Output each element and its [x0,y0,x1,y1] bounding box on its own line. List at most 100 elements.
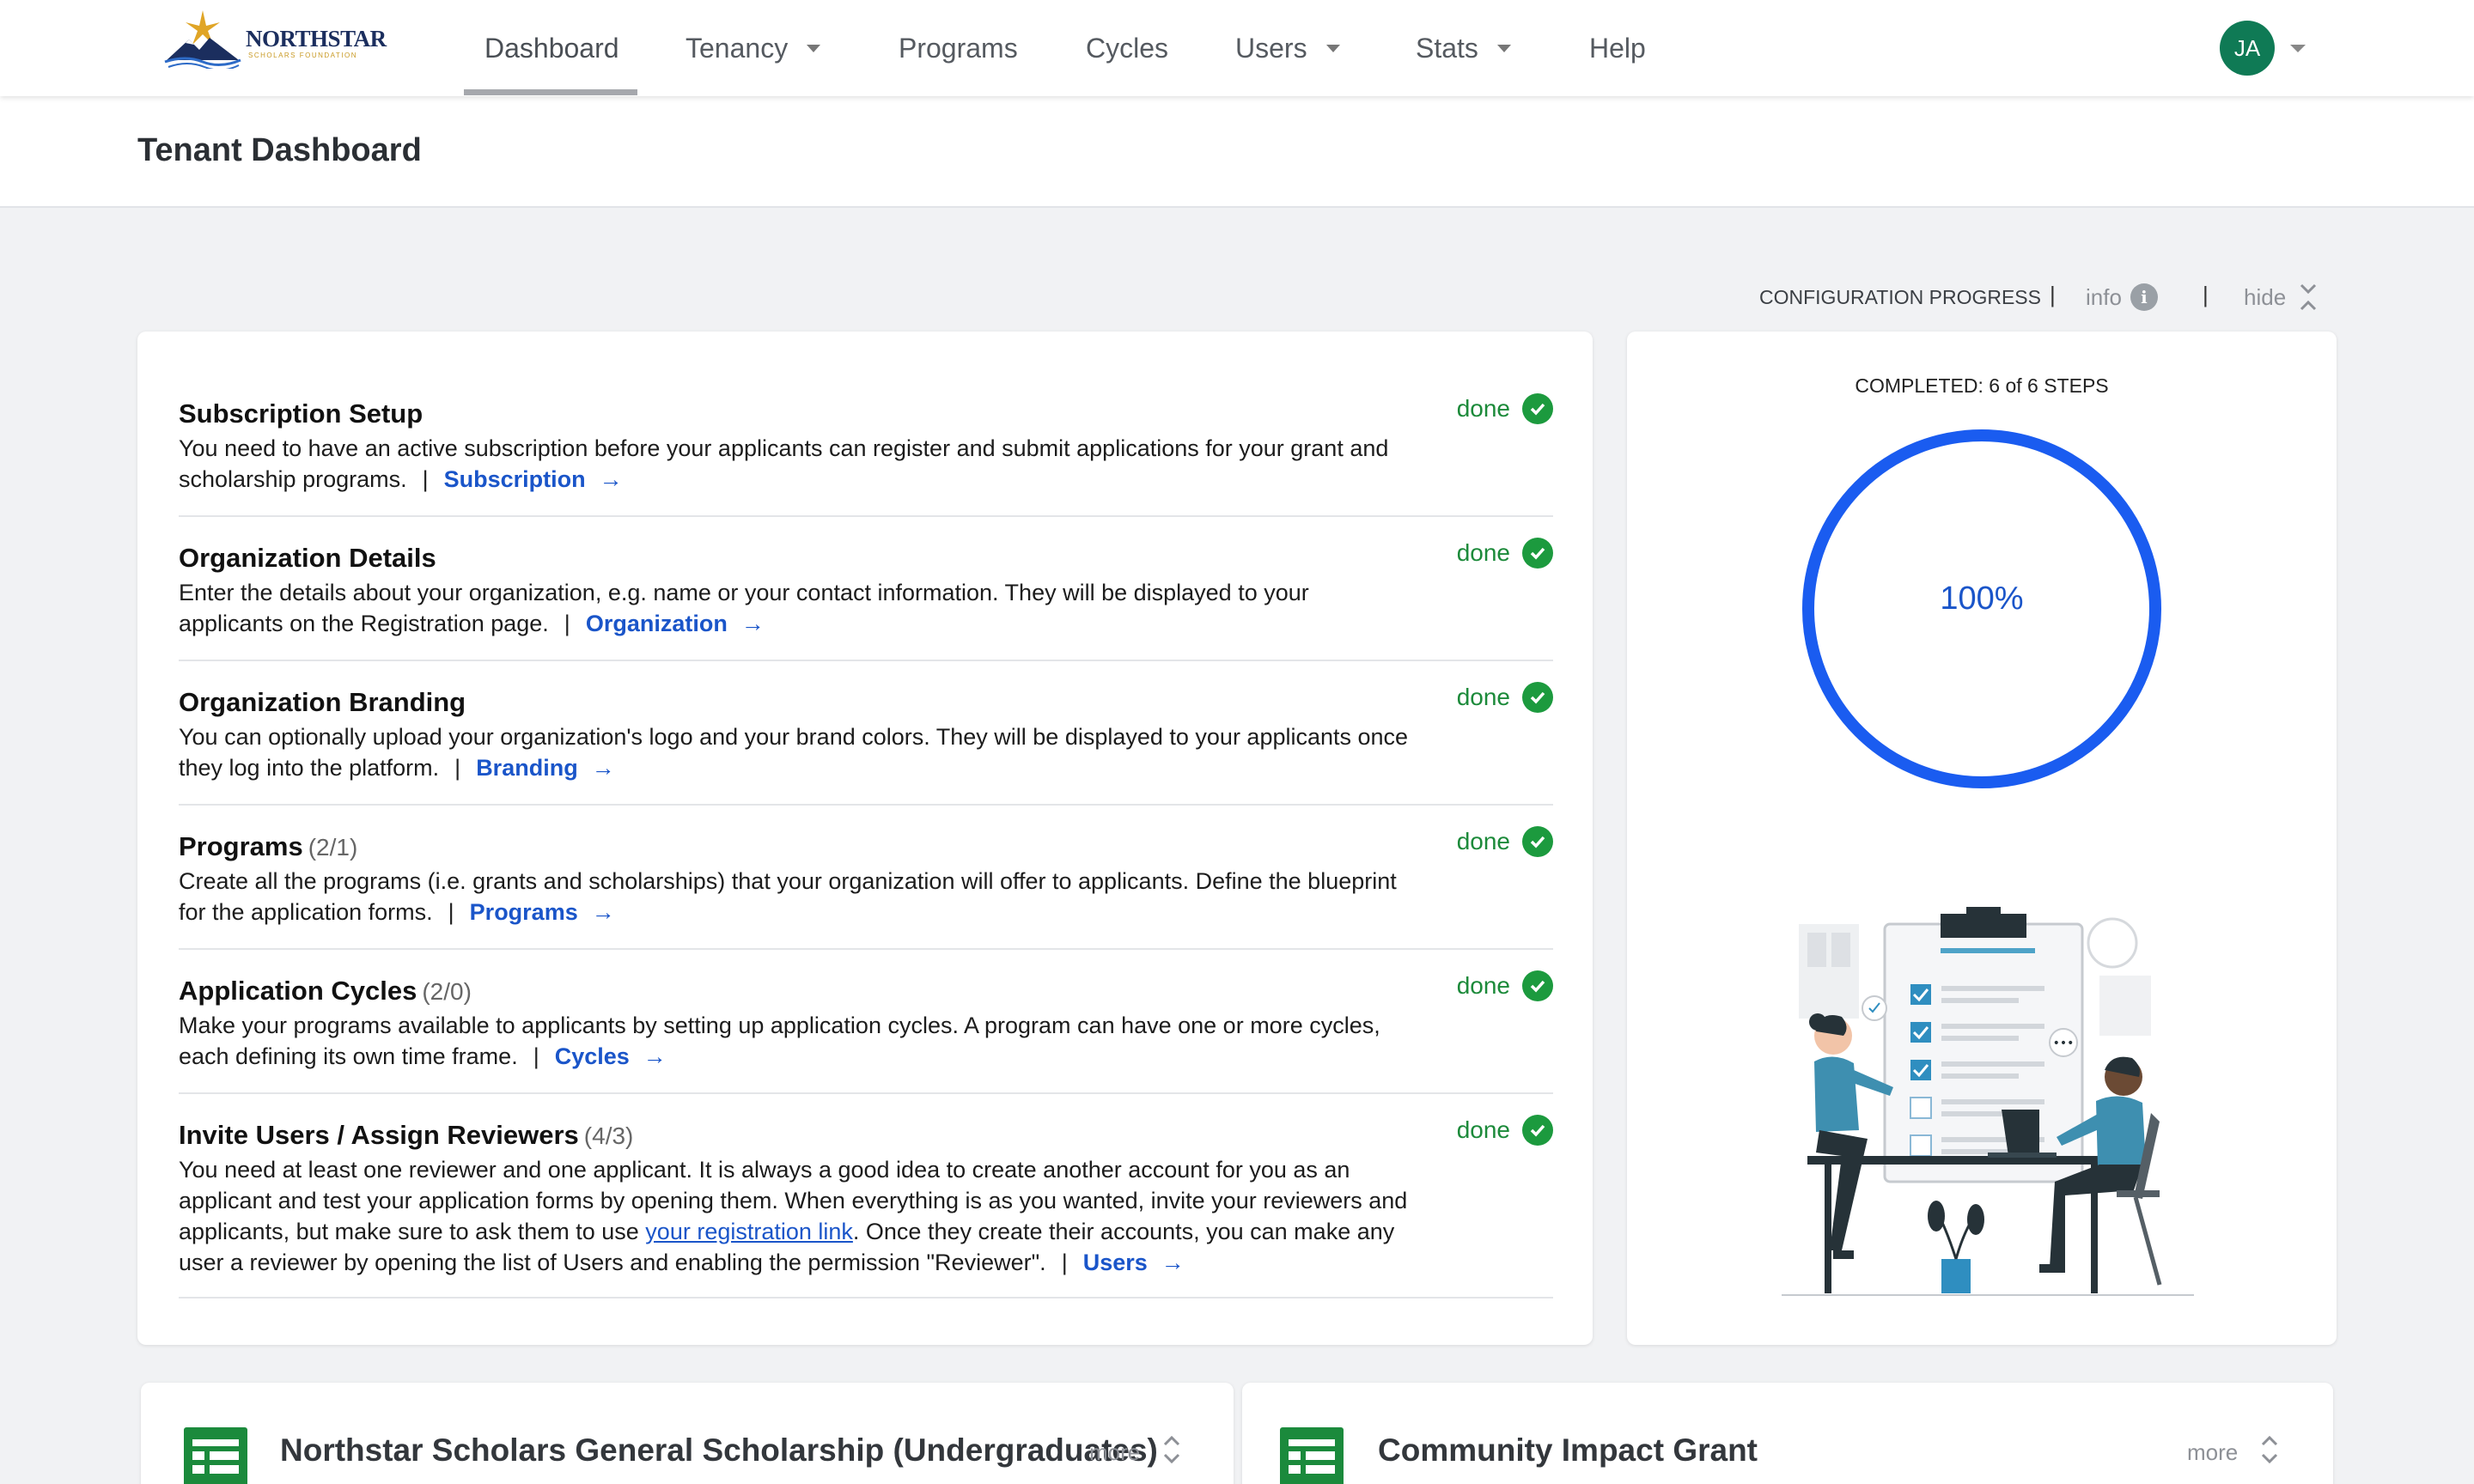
check-circle-icon [1522,393,1553,424]
status-badge: done [1457,1115,1553,1146]
nav-users[interactable]: Users [1235,0,1340,96]
users-link[interactable]: Users [1083,1250,1148,1275]
status-badge: done [1457,826,1553,857]
svg-text:•••: ••• [2053,1037,2075,1050]
step-invite-users: Invite Users / Assign Reviewers (4/3) You… [179,1115,1553,1298]
organization-link[interactable]: Organization [586,611,728,636]
collapse-chevrons-icon [2300,283,2317,311]
check-circle-icon [1522,1115,1553,1146]
program-card[interactable]: Northstar Scholars General Scholarship (… [141,1383,1234,1484]
nav-stats-label: Stats [1416,32,1478,64]
program-title[interactable]: Community Impact Grant [1378,1432,1758,1469]
step-description: Enter the details about your organizatio… [179,580,1309,636]
arrow-right-icon[interactable]: → [1161,1250,1185,1275]
arrow-right-icon[interactable]: → [741,611,765,636]
step-title: Organization Branding [179,687,466,717]
status-badge: done [1457,538,1553,569]
info-button[interactable]: info i [2086,282,2158,313]
step-description: You can optionally upload your organizat… [179,724,1409,781]
status-label: done [1456,972,1510,999]
more-button[interactable]: more [1089,1439,1140,1466]
configuration-steps-card: Subscription Setup You need to have an a… [137,331,1593,1345]
step-count: (4/3) [583,1122,634,1149]
check-circle-icon [1522,970,1553,1001]
avatar-initials: JA [2233,34,2261,61]
nav-help[interactable]: Help [1589,0,1646,96]
user-avatar[interactable]: JA [2220,21,2275,76]
nav-users-label: Users [1235,32,1307,64]
check-circle-icon [1522,826,1553,857]
check-circle-icon [1522,682,1553,713]
page-title: Tenant Dashboard [137,132,422,168]
info-label: info [2086,283,2122,310]
more-button[interactable]: more [2187,1439,2238,1466]
logo-text: NORTHSTAR [246,26,387,52]
nav-help-label: Help [1589,32,1646,64]
nav-programs[interactable]: Programs [899,0,1018,96]
subscription-link[interactable]: Subscription [444,466,586,492]
step-programs: Programs (2/1) Create all the programs (i… [179,826,1553,950]
nav-programs-label: Programs [899,32,1018,64]
nav-tenancy[interactable]: Tenancy [686,0,821,96]
nav-active-indicator [464,89,637,95]
spreadsheet-icon [1280,1427,1344,1484]
separator: | [2203,282,2209,307]
nav-dashboard[interactable]: Dashboard [484,0,619,96]
branding-link[interactable]: Branding [476,755,578,781]
hide-label: hide [2244,283,2287,310]
caret-down-icon [1496,44,1511,52]
config-progress-heading: CONFIGURATION PROGRESS [1759,285,2041,308]
step-title: Organization Details [179,543,436,573]
caret-down-icon[interactable] [2290,45,2306,52]
northstar-star-mountain-icon [164,10,241,71]
page-header: Tenant Dashboard [0,96,2474,208]
status-label: done [1456,684,1510,710]
program-title[interactable]: Northstar Scholars General Scholarship (… [280,1432,1158,1469]
top-navbar: NORTHSTAR SCHOLARS FOUNDATION Dashboard … [0,0,2474,96]
step-subscription-setup: Subscription Setup You need to have an a… [179,393,1553,517]
status-badge: done [1457,682,1553,713]
logo-subtext: SCHOLARS FOUNDATION [248,52,358,59]
registration-link[interactable]: your registration link [645,1219,853,1244]
step-title: Subscription Setup [179,398,424,429]
progress-percent: 100% [1940,581,2024,617]
expand-chevrons-icon[interactable] [1161,1432,1182,1467]
step-organization-details: Organization Details Enter the details a… [179,538,1553,661]
step-description: You need to have an active subscription … [179,435,1389,492]
hide-button[interactable]: hide [2244,282,2319,313]
nav-dashboard-label: Dashboard [484,32,619,64]
status-label: done [1456,1116,1510,1143]
step-application-cycles: Application Cycles (2/0) Make your progra… [179,970,1553,1094]
nav-cycles[interactable]: Cycles [1086,0,1168,96]
status-label: done [1456,395,1510,422]
arrow-right-icon[interactable]: → [592,899,615,925]
info-circle-icon: i [2130,283,2158,311]
step-count: (2/1) [308,834,358,861]
expand-chevrons-icon[interactable] [2259,1432,2280,1467]
step-count: (2/0) [422,978,472,1005]
separator: | [2050,282,2056,307]
step-title: Invite Users / Assign Reviewers (4/3) [179,1120,634,1150]
checklist-illustration: ••• [1782,907,2194,1296]
step-description: Make your programs available to applican… [179,1013,1380,1069]
program-card[interactable]: Community Impact Grant more [1242,1383,2333,1484]
step-description: You need at least one reviewer and one a… [179,1157,1408,1275]
step-organization-branding: Organization Branding You can optionally… [179,682,1553,806]
more-label: more [2187,1439,2239,1465]
nav-tenancy-label: Tenancy [686,32,789,64]
arrow-right-icon[interactable]: → [643,1043,667,1069]
step-title: Application Cycles (2/0) [179,976,472,1006]
cycles-link[interactable]: Cycles [555,1043,630,1069]
arrow-right-icon[interactable]: → [600,466,623,492]
arrow-right-icon[interactable]: → [592,755,615,781]
caret-down-icon [807,44,821,52]
check-circle-icon [1522,538,1553,569]
status-label: done [1456,828,1510,855]
northstar-logo[interactable]: NORTHSTAR SCHOLARS FOUNDATION [160,7,387,71]
programs-link[interactable]: Programs [470,899,578,925]
more-label: more [1089,1439,1141,1465]
completed-label: COMPLETED: 6 of 6 STEPS [1855,374,2109,397]
nav-stats[interactable]: Stats [1416,0,1511,96]
step-title: Programs (2/1) [179,831,358,861]
step-description: Create all the programs (i.e. grants and… [179,868,1397,925]
